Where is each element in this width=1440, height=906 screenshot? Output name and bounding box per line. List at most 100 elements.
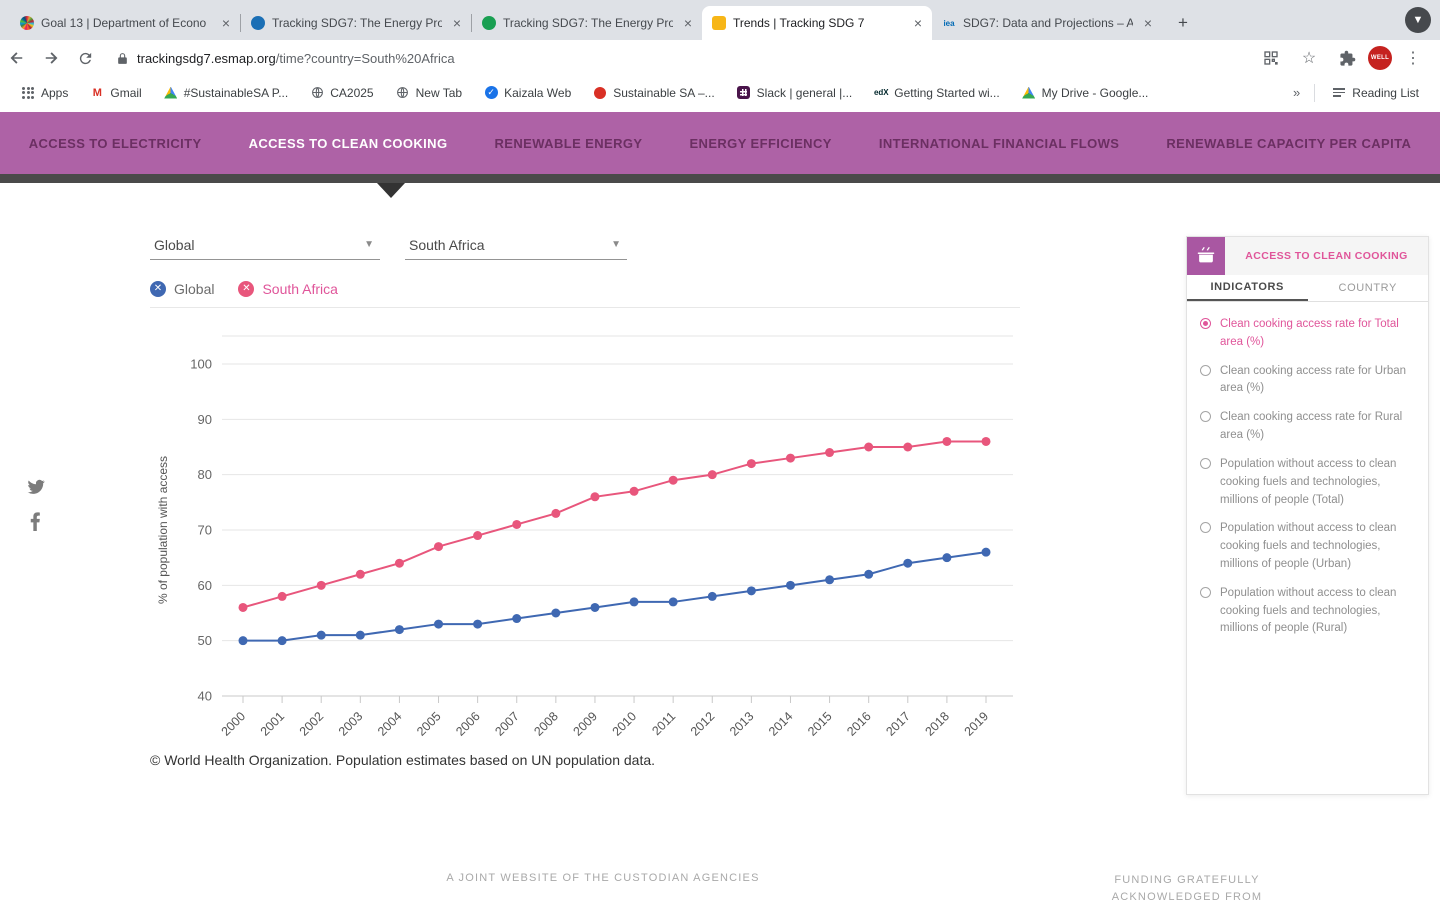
radio-icon[interactable] xyxy=(1200,587,1211,598)
remove-series-icon[interactable]: ✕ xyxy=(238,281,254,297)
bookmark-gmail[interactable]: M Gmail xyxy=(90,86,141,100)
region-select-value: Global xyxy=(154,237,194,253)
radio-icon[interactable] xyxy=(1200,365,1211,376)
close-icon[interactable]: × xyxy=(910,15,926,31)
globe-icon xyxy=(396,86,410,100)
svg-text:2013: 2013 xyxy=(727,709,757,739)
svg-text:2001: 2001 xyxy=(258,709,288,739)
chip-south-africa[interactable]: ✕ South Africa xyxy=(238,281,338,297)
sdg-wheel-icon xyxy=(20,16,34,30)
iea-icon: iea xyxy=(942,16,956,30)
tab-trackingsdg7-1[interactable]: Tracking SDG7: The Energy Pro × xyxy=(241,6,471,40)
trackingsdg7-blue-icon xyxy=(251,16,265,30)
bookmarks-overflow-icon[interactable]: » xyxy=(1293,85,1300,100)
indicator-label: Clean cooking access rate for Rural area… xyxy=(1220,409,1418,445)
bookmark-newtab[interactable]: New Tab xyxy=(396,86,462,100)
bookmark-sustainablesa-drive[interactable]: #SustainableSA P... xyxy=(164,86,289,100)
close-icon[interactable]: × xyxy=(218,15,234,31)
apps-grid-icon xyxy=(21,86,35,100)
globe-icon xyxy=(310,86,324,100)
bookmark-kaizala[interactable]: ✓ Kaizala Web xyxy=(484,86,571,100)
profile-avatar[interactable]: WELL xyxy=(1368,46,1392,70)
indicator-panel-header: ACCESS TO CLEAN COOKING xyxy=(1187,237,1428,275)
region-select[interactable]: Global ▼ xyxy=(150,230,380,260)
indicator-option-urban-rate[interactable]: Clean cooking access rate for Urban area… xyxy=(1200,363,1418,399)
bookmark-edx[interactable]: edX Getting Started wi... xyxy=(874,86,999,100)
reading-list-icon xyxy=(1332,86,1346,100)
close-icon[interactable]: × xyxy=(1140,15,1156,31)
nav-access-to-clean-cooking[interactable]: ACCESS TO CLEAN COOKING xyxy=(249,136,448,151)
chevron-down-icon: ▼ xyxy=(611,239,621,250)
twitter-icon[interactable] xyxy=(26,478,45,499)
radio-icon[interactable] xyxy=(1200,458,1211,469)
new-tab-button[interactable]: + xyxy=(1170,10,1196,36)
qr-code-icon[interactable] xyxy=(1257,44,1285,72)
trend-chart-svg: 4050607080901002000200120022003200420052… xyxy=(150,330,1020,764)
svg-text:2007: 2007 xyxy=(492,709,522,739)
radio-icon[interactable] xyxy=(1200,411,1211,422)
bookmark-label: Apps xyxy=(41,86,68,100)
indicator-option-without-access-total[interactable]: Population without access to clean cooki… xyxy=(1200,456,1418,509)
nav-international-financial-flows[interactable]: INTERNATIONAL FINANCIAL FLOWS xyxy=(879,136,1120,151)
nav-access-to-electricity[interactable]: ACCESS TO ELECTRICITY xyxy=(29,136,202,151)
tab-country[interactable]: COUNTRY xyxy=(1308,275,1429,301)
facebook-icon[interactable] xyxy=(30,512,41,536)
reading-list-label: Reading List xyxy=(1352,86,1419,100)
svg-text:2006: 2006 xyxy=(453,709,483,739)
svg-text:2005: 2005 xyxy=(414,709,444,739)
divider xyxy=(150,307,1020,308)
bookmark-slack[interactable]: Slack | general |... xyxy=(737,86,853,100)
svg-text:2015: 2015 xyxy=(805,709,835,739)
tab-title: SDG7: Data and Projections – A xyxy=(963,16,1133,30)
nav-renewable-capacity-per-capita[interactable]: RENEWABLE CAPACITY PER CAPITA xyxy=(1166,136,1411,151)
tab-goal13[interactable]: Goal 13 | Department of Econo × xyxy=(10,6,240,40)
bookmark-label: Gmail xyxy=(110,86,141,100)
nav-renewable-energy[interactable]: RENEWABLE ENERGY xyxy=(494,136,642,151)
close-icon[interactable]: × xyxy=(680,15,696,31)
radio-selected-icon[interactable] xyxy=(1200,318,1211,329)
back-icon[interactable] xyxy=(3,44,31,72)
bookmark-star-icon[interactable]: ☆ xyxy=(1295,44,1323,72)
tab-search-chevron-icon[interactable]: ▼ xyxy=(1405,7,1431,33)
chip-global[interactable]: ✕ Global xyxy=(150,281,214,297)
bookmark-ca2025[interactable]: CA2025 xyxy=(310,86,373,100)
url-path: /time?country=South%20Africa xyxy=(276,51,455,66)
footer-custodian-text: A JOINT WEBSITE OF THE CUSTODIAN AGENCIE… xyxy=(0,872,1206,884)
forward-icon[interactable] xyxy=(37,44,65,72)
edx-icon: edX xyxy=(874,86,888,100)
indicator-option-without-access-urban[interactable]: Population without access to clean cooki… xyxy=(1200,520,1418,573)
bookmark-label: Kaizala Web xyxy=(504,86,571,100)
svg-text:2000: 2000 xyxy=(219,709,249,739)
trackingsdg7-green-icon xyxy=(482,16,496,30)
extensions-puzzle-icon[interactable] xyxy=(1333,44,1361,72)
bookmark-apps[interactable]: Apps xyxy=(21,86,68,100)
indicator-option-without-access-rural[interactable]: Population without access to clean cooki… xyxy=(1200,585,1418,638)
reading-list-button[interactable]: Reading List xyxy=(1332,86,1419,100)
bookmark-mydrive[interactable]: My Drive - Google... xyxy=(1022,86,1149,100)
address-bar[interactable]: trackingsdg7.esmap.org/time?country=Sout… xyxy=(116,51,1254,66)
indicator-option-rural-rate[interactable]: Clean cooking access rate for Rural area… xyxy=(1200,409,1418,445)
svg-text:100: 100 xyxy=(190,357,212,372)
bookmark-label: New Tab xyxy=(416,86,462,100)
browser-menu-icon[interactable]: ⋮ xyxy=(1399,44,1427,72)
tab-trackingsdg7-2[interactable]: Tracking SDG7: The Energy Pro × xyxy=(472,6,702,40)
lock-icon xyxy=(116,52,129,65)
indicator-label: Population without access to clean cooki… xyxy=(1220,456,1418,509)
bookmark-sustainablesa-site[interactable]: Sustainable SA –... xyxy=(593,86,714,100)
tab-iea[interactable]: iea SDG7: Data and Projections – A × xyxy=(932,6,1162,40)
trend-line-chart: 4050607080901002000200120022003200420052… xyxy=(150,330,1020,764)
remove-series-icon[interactable]: ✕ xyxy=(150,281,166,297)
reload-icon[interactable] xyxy=(71,44,99,72)
svg-text:40: 40 xyxy=(198,689,212,704)
site-nav: ACCESS TO ELECTRICITY ACCESS TO CLEAN CO… xyxy=(0,112,1440,174)
radio-icon[interactable] xyxy=(1200,522,1211,533)
tab-indicators[interactable]: INDICATORS xyxy=(1187,275,1308,301)
country-select-value: South Africa xyxy=(409,237,485,253)
bookmark-label: #SustainableSA P... xyxy=(184,86,289,100)
close-icon[interactable]: × xyxy=(449,15,465,31)
indicator-option-total-rate[interactable]: Clean cooking access rate for Total area… xyxy=(1200,316,1418,352)
tab-trends-active[interactable]: Trends | Tracking SDG 7 × xyxy=(702,6,932,40)
indicator-options: Clean cooking access rate for Total area… xyxy=(1187,302,1428,638)
nav-energy-efficiency[interactable]: ENERGY EFFICIENCY xyxy=(689,136,831,151)
country-select[interactable]: South Africa ▼ xyxy=(405,230,627,260)
